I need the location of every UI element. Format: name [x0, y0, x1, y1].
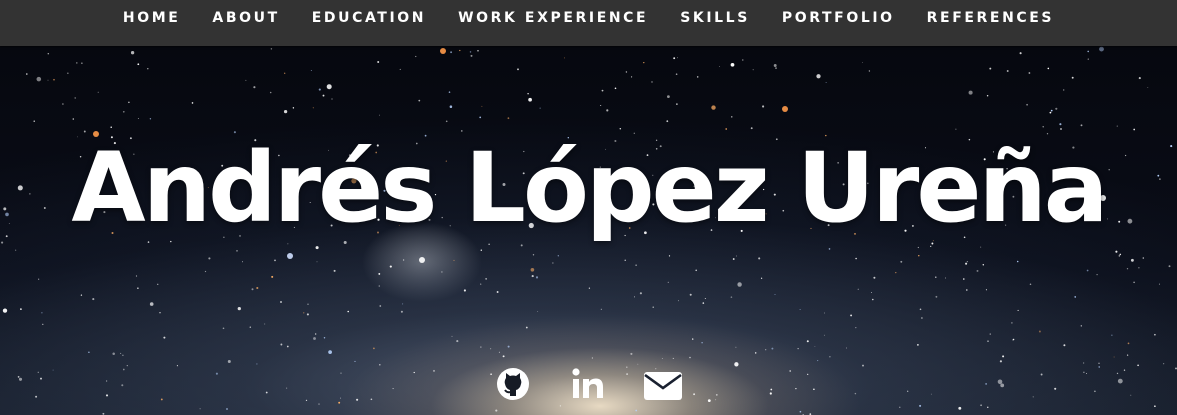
social-links: [0, 364, 1177, 404]
nav-home-link[interactable]: HOME: [123, 10, 181, 26]
nav-education-link[interactable]: EDUCATION: [312, 10, 426, 26]
nav-menu: HOME ABOUT EDUCATION WORK EXPERIENCE SKI…: [0, 0, 1177, 36]
top-nav: HOME ABOUT EDUCATION WORK EXPERIENCE SKI…: [0, 0, 1177, 46]
email-link[interactable]: [643, 364, 683, 404]
github-icon: [495, 364, 535, 404]
nav-portfolio-link[interactable]: PORTFOLIO: [782, 10, 895, 26]
envelope-icon: [643, 364, 683, 404]
hero-banner: Andrés López Ureña: [0, 46, 1177, 415]
linkedin-icon: [569, 364, 609, 404]
nav-skills-link[interactable]: SKILLS: [680, 10, 750, 26]
nav-work-experience-link[interactable]: WORK EXPERIENCE: [458, 10, 648, 26]
linkedin-link[interactable]: [569, 364, 609, 404]
nav-about-link[interactable]: ABOUT: [212, 10, 279, 26]
github-link[interactable]: [495, 364, 535, 404]
nav-references-link[interactable]: REFERENCES: [927, 10, 1054, 26]
page-title: Andrés López Ureña: [71, 132, 1108, 244]
